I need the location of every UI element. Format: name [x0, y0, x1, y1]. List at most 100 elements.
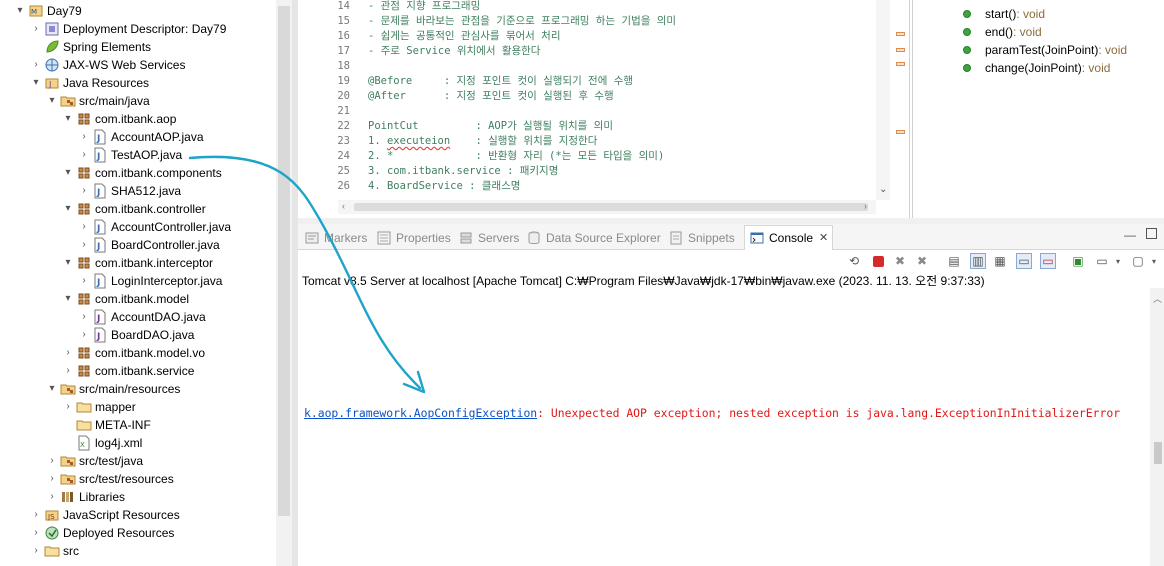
tree-item[interactable]: ▾ com.itbank.controller [62, 200, 205, 218]
tab-data-source-explorer[interactable]: Data Source Explorer [526, 228, 661, 248]
tree-item[interactable]: › J BoardController.java [78, 236, 220, 254]
collapse-chevron-icon[interactable]: ▾ [62, 254, 74, 272]
remove-all-launches-icon[interactable]: ✖ [914, 253, 930, 269]
expand-chevron-icon[interactable]: › [46, 470, 58, 488]
collapse-chevron-icon[interactable]: ▾ [62, 200, 74, 218]
show-on-stdout-icon[interactable]: ▭ [1016, 253, 1032, 269]
exception-link[interactable]: k.aop.framework.AopConfigException [304, 406, 537, 420]
tree-item[interactable]: Xlog4j.xml [62, 434, 142, 452]
console-output[interactable]: k.aop.framework.AopConfigException: Unex… [298, 288, 1150, 566]
outline-method[interactable]: paramTest(JoinPoint) : void [963, 41, 1127, 59]
console-dropdown-icon[interactable]: ▾ [1110, 253, 1126, 269]
tree-item[interactable]: › J TestAOP.java [78, 146, 182, 164]
tree-item[interactable]: › Deployment Descriptor: Day79 [30, 20, 226, 38]
tree-item[interactable]: ▾ J Java Resources [30, 74, 149, 92]
editor-vertical-scrollbar[interactable] [876, 0, 890, 200]
tree-item[interactable]: ▾ M Day79 [14, 2, 81, 20]
console-scrollbar[interactable] [1150, 288, 1164, 566]
warning-marker-icon[interactable] [896, 62, 905, 66]
tree-item[interactable]: › J SHA512.java [78, 182, 181, 200]
tab-console[interactable]: Console ✕ [744, 225, 834, 251]
expand-chevron-icon[interactable]: › [30, 524, 42, 542]
tree-item[interactable]: › JS JavaScript Resources [30, 506, 179, 524]
explorer-scrollbar-thumb[interactable] [278, 6, 290, 516]
expand-chevron-icon[interactable]: › [62, 398, 74, 416]
tree-item[interactable]: › src [30, 542, 79, 560]
collapse-chevron-icon[interactable]: ▾ [62, 164, 74, 182]
collapse-chevron-icon[interactable]: ▾ [46, 380, 58, 398]
collapse-chevron-icon[interactable]: ▾ [14, 2, 26, 20]
expand-chevron-icon[interactable]: › [78, 128, 90, 146]
tree-item[interactable]: › src/test/java [46, 452, 143, 470]
minimize-view-icon[interactable]: — [1124, 228, 1136, 242]
clear-console-icon[interactable]: ▤ [946, 253, 962, 269]
word-wrap-icon[interactable]: ▦ [992, 253, 1008, 269]
terminate-icon[interactable] [870, 253, 886, 269]
tab-properties[interactable]: Properties [376, 228, 451, 248]
pin-console-icon[interactable]: ⟲ [846, 253, 862, 269]
tab-servers[interactable]: Servers [458, 228, 519, 248]
tree-item[interactable]: ▾ src/main/resources [46, 380, 180, 398]
collapse-chevron-icon[interactable]: ▾ [62, 290, 74, 308]
expand-chevron-icon[interactable]: › [46, 452, 58, 470]
tree-item[interactable]: ▾ com.itbank.aop [62, 110, 176, 128]
scroll-right-icon[interactable]: › [864, 201, 867, 211]
expand-chevron-icon[interactable]: › [78, 182, 90, 200]
new-console-dropdown-icon[interactable]: ▾ [1146, 253, 1162, 269]
expand-chevron-icon[interactable]: › [78, 272, 90, 290]
scroll-lock-icon[interactable]: ▥ [970, 253, 986, 269]
collapse-chevron-icon[interactable]: ▾ [62, 110, 74, 128]
expand-chevron-icon[interactable]: › [78, 308, 90, 326]
maximize-view-icon[interactable] [1146, 228, 1157, 239]
tree-item[interactable]: › J AccountAOP.java [78, 128, 204, 146]
warning-marker-icon[interactable] [896, 130, 905, 134]
collapse-chevron-icon[interactable]: ▾ [46, 92, 58, 110]
close-tab-icon[interactable]: ✕ [819, 226, 828, 251]
scroll-left-icon[interactable]: ‹ [342, 201, 345, 211]
console-scrollbar-thumb[interactable] [1154, 442, 1162, 464]
tree-item[interactable]: ▾ src/main/java [46, 92, 149, 110]
expand-chevron-icon[interactable]: › [78, 218, 90, 236]
warning-marker-icon[interactable] [896, 32, 905, 36]
tree-item[interactable]: ▾ com.itbank.model [62, 290, 189, 308]
expand-chevron-icon[interactable]: › [30, 506, 42, 524]
new-console-icon[interactable]: ▢ [1130, 253, 1146, 269]
warning-marker-icon[interactable] [896, 48, 905, 52]
collapse-chevron-icon[interactable]: ▾ [30, 74, 42, 92]
tree-item[interactable]: › src/test/resources [46, 470, 173, 488]
tab-snippets[interactable]: Snippets [668, 228, 735, 248]
scroll-up-icon[interactable]: ︿ [1153, 292, 1162, 305]
tree-item[interactable]: › JAX-WS Web Services [30, 56, 185, 74]
expand-chevron-icon[interactable]: › [30, 20, 42, 38]
tree-item[interactable]: ▾ com.itbank.interceptor [62, 254, 213, 272]
tree-item[interactable]: › Deployed Resources [30, 524, 174, 542]
code-editor[interactable]: 14 - 관점 지향 프로그래밍 15 - 문제를 바라보는 관점을 기준으로 프로그… [298, 0, 910, 218]
tree-item[interactable]: › Libraries [46, 488, 125, 506]
tree-item[interactable]: › mapper [62, 398, 135, 416]
tree-item[interactable]: META-INF [62, 416, 151, 434]
expand-chevron-icon[interactable]: › [30, 56, 42, 74]
expand-chevron-icon[interactable]: › [62, 344, 74, 362]
remove-launch-icon[interactable]: ✖ [892, 253, 908, 269]
display-selected-console-icon[interactable]: ▭ [1094, 253, 1110, 269]
tree-item[interactable]: › J AccountController.java [78, 218, 231, 236]
expand-chevron-icon[interactable]: › [46, 488, 58, 506]
expand-chevron-icon[interactable]: › [30, 542, 42, 560]
scroll-down-icon[interactable]: ⌄ [879, 184, 887, 195]
editor-horizontal-scrollbar-thumb[interactable] [354, 203, 868, 211]
expand-chevron-icon[interactable]: › [78, 146, 90, 164]
expand-chevron-icon[interactable]: › [78, 326, 90, 344]
tree-item[interactable]: › J AccountDAO.java [78, 308, 206, 326]
tree-item[interactable]: › com.itbank.service [62, 362, 194, 380]
expand-chevron-icon[interactable]: › [62, 362, 74, 380]
outline-method[interactable]: end() : void [963, 23, 1042, 41]
open-console-icon[interactable]: ▣ [1070, 253, 1086, 269]
tree-item[interactable]: › J LoginInterceptor.java [78, 272, 222, 290]
tree-item[interactable]: ▾ com.itbank.components [62, 164, 221, 182]
expand-chevron-icon[interactable]: › [78, 236, 90, 254]
tab-markers[interactable]: Markers [304, 228, 367, 248]
tree-item[interactable]: › com.itbank.model.vo [62, 344, 205, 362]
tree-item[interactable]: › J BoardDAO.java [78, 326, 194, 344]
outline-method[interactable]: change(JoinPoint) : void [963, 59, 1110, 77]
outline-method[interactable]: start() : void [963, 5, 1045, 23]
